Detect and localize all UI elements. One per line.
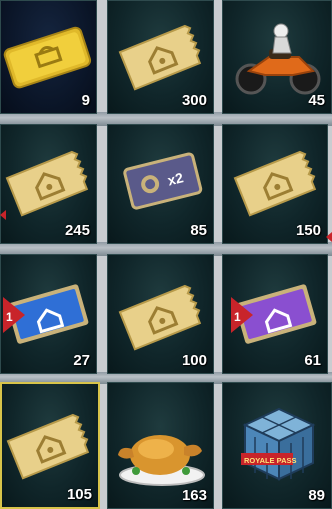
- item-count: 45: [308, 92, 325, 109]
- item-count: 9: [81, 92, 90, 109]
- item-count: 245: [64, 222, 90, 239]
- inventory-slot-coupon[interactable]: 100: [107, 254, 214, 374]
- premium-coupon-blue-icon: 1: [3, 284, 89, 344]
- inventory-slot-double-bp-card[interactable]: x2 85: [107, 124, 214, 244]
- new-badge: 1: [234, 310, 241, 324]
- inventory-slot-coupon[interactable]: 245: [0, 124, 97, 244]
- item-count: 85: [190, 222, 207, 239]
- motorcycle-icon: [235, 23, 321, 95]
- item-count: 300: [181, 92, 207, 109]
- new-badge: 1: [6, 310, 13, 324]
- inventory-slot-motorcycle[interactable]: 45: [222, 0, 332, 114]
- coupon-icon: [6, 413, 90, 480]
- item-count: 89: [308, 487, 325, 504]
- edge-marker: [326, 232, 332, 242]
- item-count: 100: [181, 352, 207, 369]
- item-count: 61: [304, 352, 321, 369]
- coupon-icon: [5, 150, 89, 217]
- inventory-slot-chicken-dinner[interactable]: 163: [107, 382, 214, 509]
- premium-coupon-purple-icon: 1: [231, 284, 317, 344]
- item-count: 150: [295, 222, 321, 239]
- coupon-icon: [118, 24, 202, 91]
- inventory-slot-coupon[interactable]: 150: [222, 124, 328, 244]
- item-count: 163: [181, 487, 207, 504]
- inventory-slot-coupon-selected[interactable]: 105: [0, 382, 100, 509]
- inventory-slot-coupon[interactable]: 300: [107, 0, 214, 114]
- inventory-slot-premium-coupon-purple[interactable]: 1 61: [222, 254, 328, 374]
- item-count: 105: [66, 486, 92, 503]
- inventory-slot-royale-pass-cube[interactable]: ROYALE PASS 89: [222, 382, 332, 509]
- edge-marker: [0, 210, 6, 220]
- double-bp-card-icon: x2: [123, 152, 203, 210]
- item-count: 27: [73, 352, 90, 369]
- inventory-slot-gold-name-card[interactable]: 9: [0, 0, 97, 114]
- coupon-icon: [118, 284, 202, 351]
- chicken-dinner-icon: [118, 435, 205, 486]
- coupon-icon: [233, 150, 317, 217]
- gold-card-icon: [3, 26, 92, 89]
- inventory-slot-premium-coupon-blue[interactable]: 1 27: [0, 254, 97, 374]
- royale-pass-cube-icon: ROYALE PASS: [241, 407, 316, 481]
- royale-pass-label: ROYALE PASS: [244, 456, 297, 465]
